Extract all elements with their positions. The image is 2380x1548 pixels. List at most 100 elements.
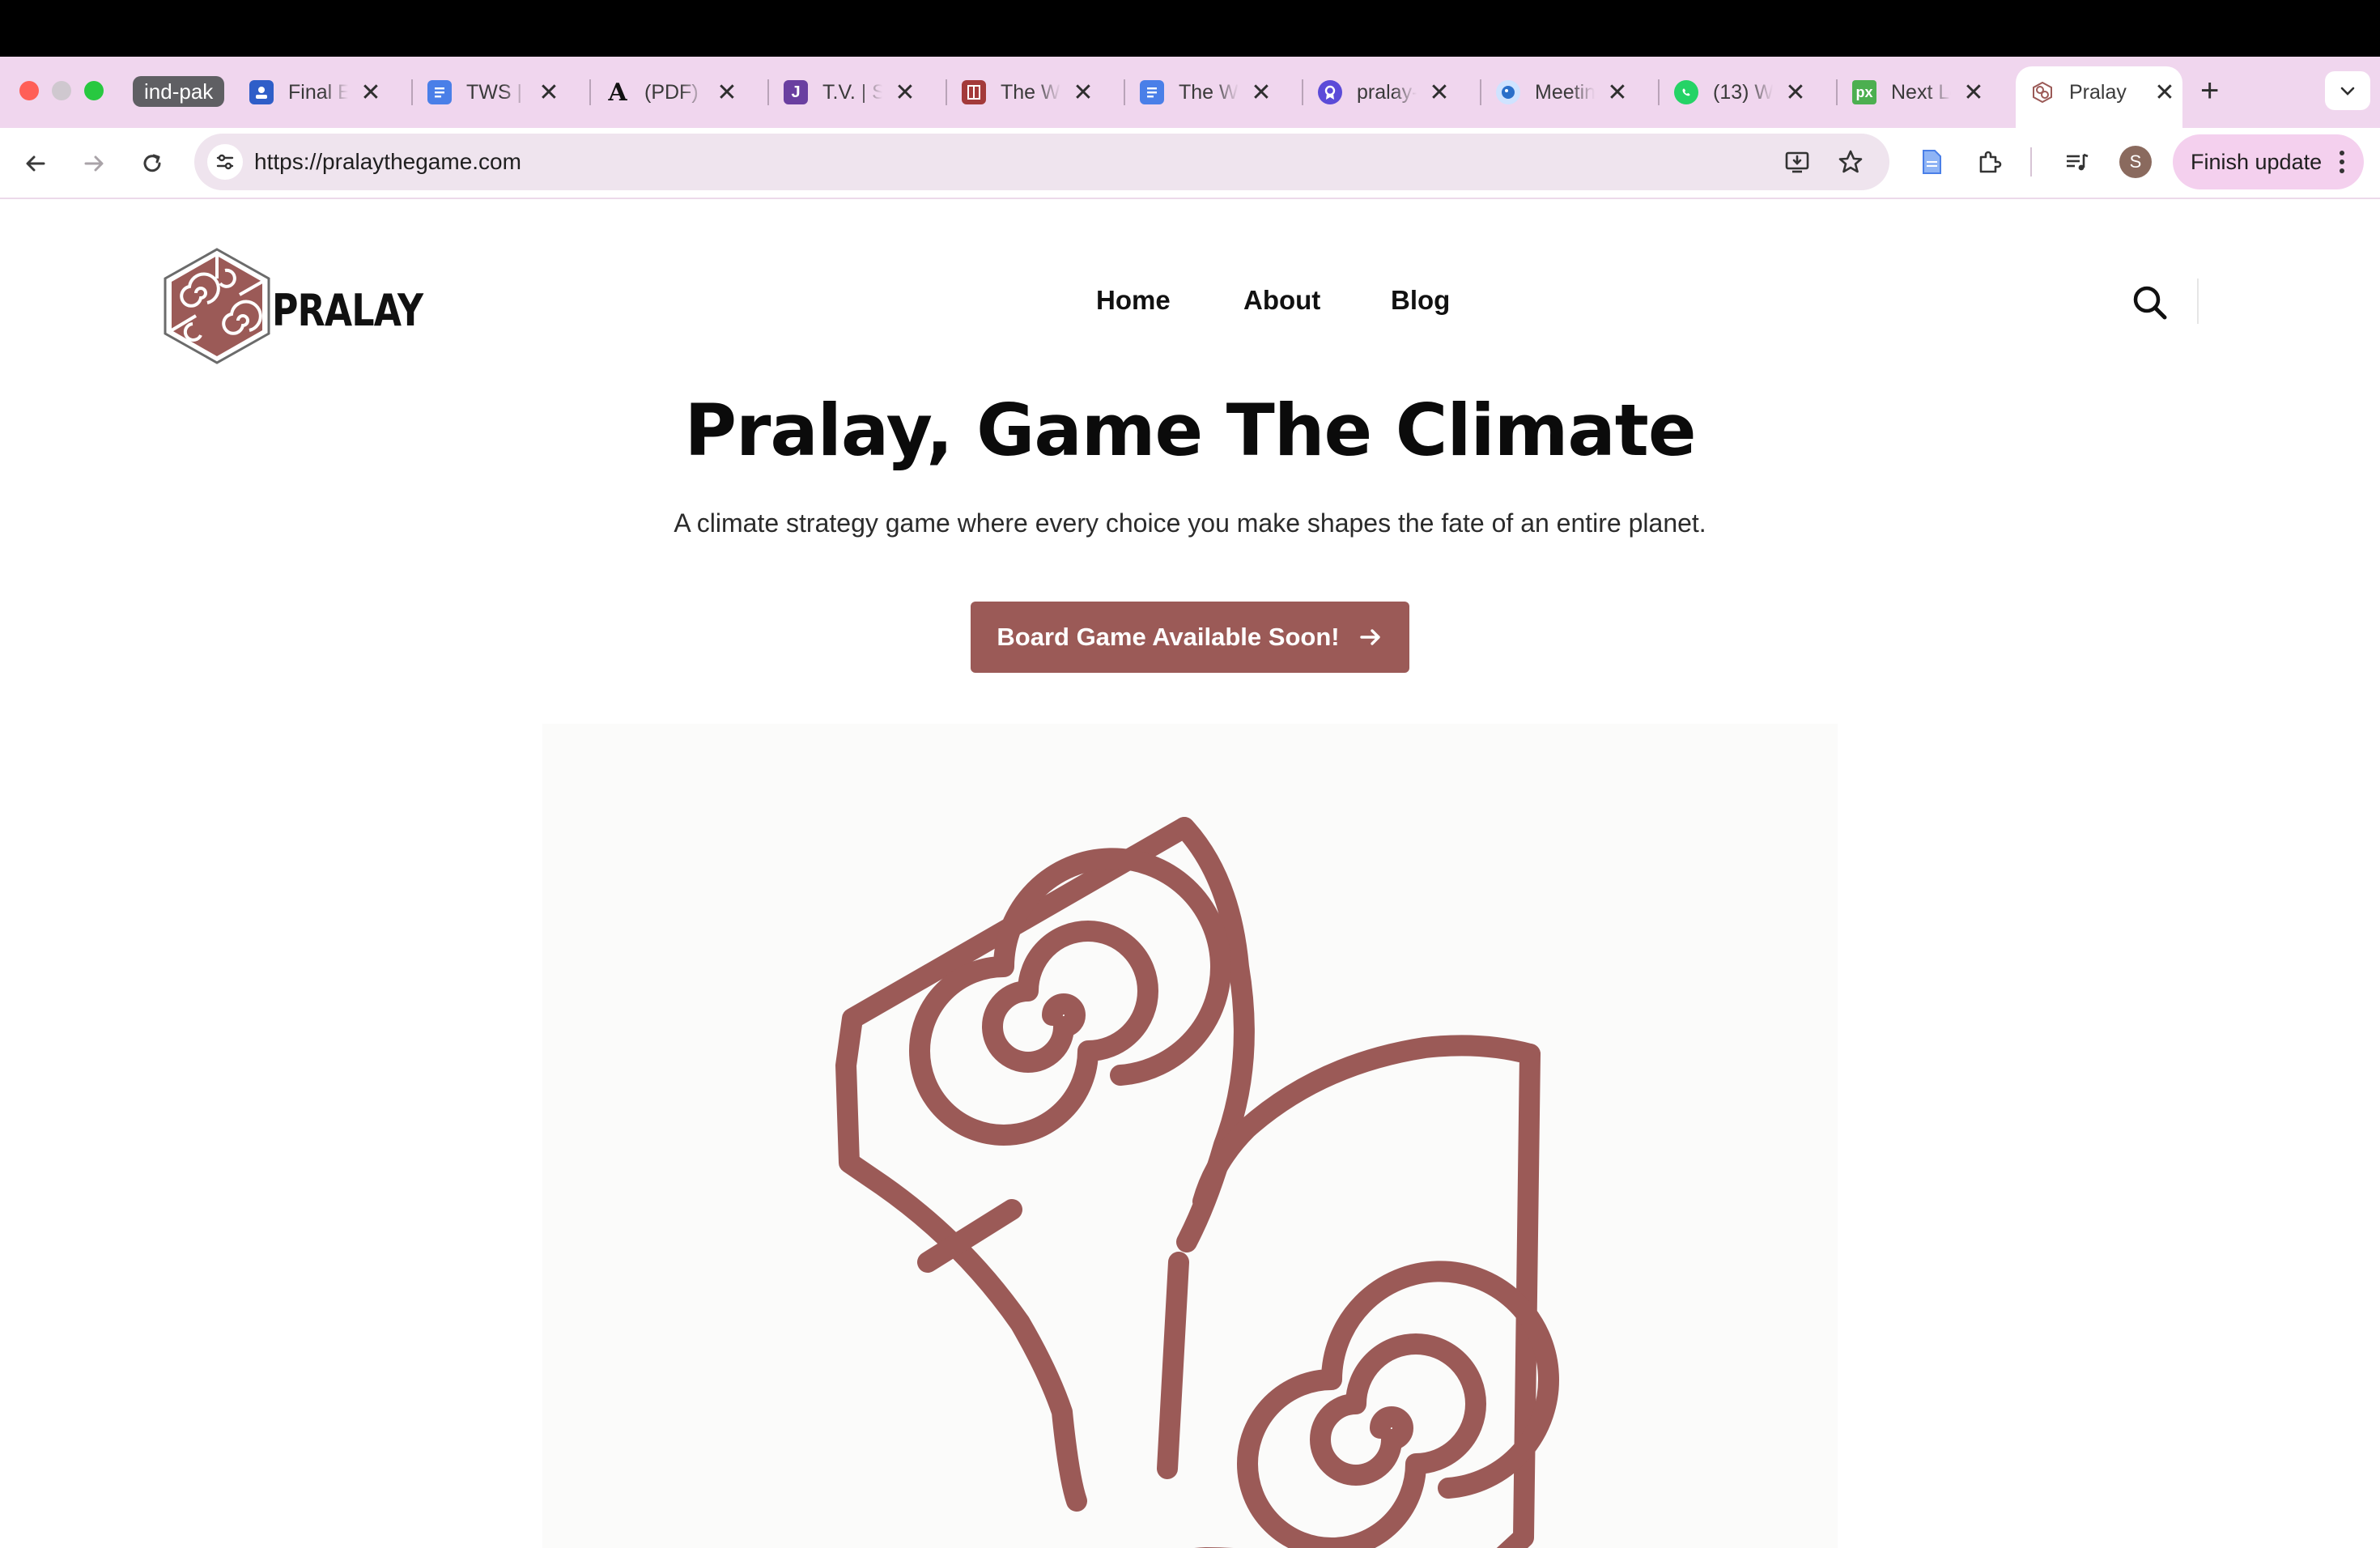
url-text[interactable]: https://pralaythegame.com [254, 147, 521, 177]
award-icon [1318, 80, 1342, 104]
more-vert-icon [2340, 151, 2344, 173]
close-icon[interactable]: ✕ [894, 79, 916, 107]
docs-icon [1140, 80, 1164, 104]
board-game-cta-button[interactable]: Board Game Available Soon! [971, 602, 1409, 673]
forward-button[interactable] [73, 142, 115, 185]
tab-title: The Week [1001, 80, 1060, 104]
close-icon[interactable]: ✕ [1784, 79, 1807, 107]
browser-tab[interactable]: (13) WhatsApp ✕ [1674, 66, 1807, 118]
hero-title: Pralay, Game The Climate [684, 389, 1696, 472]
install-app-button[interactable] [1779, 144, 1815, 180]
tab-search-button[interactable] [2325, 71, 2370, 110]
browser-tab[interactable]: Meeting ✕ [1496, 66, 1629, 118]
reload-icon [143, 154, 161, 172]
search-icon[interactable] [2127, 280, 2173, 325]
tab-divider [1836, 79, 1838, 105]
site-info-button[interactable] [207, 144, 243, 180]
install-icon [1785, 151, 1809, 173]
site-wordmark[interactable]: PRALAY [272, 285, 423, 336]
pralay-logo-icon[interactable] [160, 246, 274, 366]
pralay-spiral-emblem [835, 817, 1559, 1548]
tab-title: Final Exam [288, 80, 348, 104]
browser-tab[interactable]: TWS | Essay ✕ [427, 66, 560, 118]
profile-avatar[interactable]: S [2119, 146, 2152, 178]
tab-title: Meeting [1535, 80, 1595, 104]
close-icon[interactable]: ✕ [1962, 79, 1985, 107]
cta-label: Board Game Available Soon! [997, 623, 1340, 651]
media-controls-button[interactable] [2059, 144, 2095, 180]
minimize-window-button[interactable] [52, 81, 71, 100]
hero-logo-image [542, 724, 1838, 1548]
tab-divider [589, 79, 591, 105]
arrow-right-icon [1359, 629, 1380, 645]
pralay-favicon [2030, 80, 2055, 104]
tab-title: The Week draft [1179, 80, 1239, 104]
browser-tab[interactable]: The Week ✕ [962, 66, 1094, 118]
star-icon [1838, 150, 1863, 173]
browser-tab[interactable]: J T.V. | Stories ✕ [784, 66, 916, 118]
book-icon [962, 80, 986, 104]
tab-title: Pralay [2069, 80, 2127, 104]
tab-divider [1480, 79, 1481, 105]
close-icon[interactable]: ✕ [2153, 79, 2176, 107]
tab-divider [1124, 79, 1125, 105]
bookmark-button[interactable] [1833, 144, 1868, 180]
header-divider [2197, 279, 2199, 324]
tab-divider [1658, 79, 1660, 105]
chevron-down-icon [2340, 87, 2355, 96]
browser-tab[interactable]: Final Exam ✕ [249, 66, 382, 118]
browser-tab[interactable]: The Week draft ✕ [1140, 66, 1273, 118]
close-icon[interactable]: ✕ [1250, 79, 1273, 107]
nav-link-home[interactable]: Home [1096, 285, 1171, 316]
finish-update-button[interactable]: Finish update [2173, 134, 2364, 189]
tab-title: Next Level [1891, 80, 1951, 104]
j-icon: J [784, 80, 808, 104]
browser-tab-active[interactable]: Pralay ✕ [2016, 66, 2182, 128]
tab-divider [1302, 79, 1303, 105]
maximize-window-button[interactable] [84, 81, 104, 100]
reload-button[interactable] [131, 142, 173, 185]
finish-update-label: Finish update [2191, 149, 2323, 174]
new-tab-button[interactable]: + [2200, 71, 2219, 110]
tab-title: (13) WhatsApp [1713, 80, 1773, 104]
close-icon[interactable]: ✕ [1428, 79, 1451, 107]
browser-tab[interactable]: px Next Level ✕ [1852, 66, 1985, 118]
arrow-right-icon [84, 155, 104, 172]
extensions-button[interactable] [1972, 144, 2008, 180]
back-button[interactable] [15, 142, 57, 185]
toolbar-divider [2030, 147, 2032, 176]
docs-icon [427, 80, 452, 104]
close-icon[interactable]: ✕ [1072, 79, 1094, 107]
tab-title: (PDF) Climate [644, 80, 704, 104]
close-icon[interactable]: ✕ [359, 79, 382, 107]
meet-icon [1496, 80, 1520, 104]
nav-link-about[interactable]: About [1243, 285, 1320, 316]
tab-title: TWS | Essay [466, 80, 526, 104]
academia-icon: A [608, 78, 627, 107]
browser-tab[interactable]: pralay-game ✕ [1318, 66, 1451, 118]
hero-subtitle: A climate strategy game where every choi… [674, 508, 1706, 538]
queue-music-icon [2067, 153, 2089, 171]
close-icon[interactable]: ✕ [1606, 79, 1629, 107]
os-menu-bar [0, 0, 2380, 57]
puzzle-icon [1979, 151, 2002, 173]
tab-divider [946, 79, 947, 105]
arrow-left-icon [26, 155, 45, 172]
px-icon: px [1852, 80, 1876, 104]
tab-title: pralay-game [1357, 80, 1417, 104]
nav-link-blog[interactable]: Blog [1391, 285, 1450, 316]
web-page: PRALAY Home About Blog Pralay, Game The … [0, 201, 2380, 1548]
close-icon[interactable]: ✕ [538, 79, 560, 107]
close-window-button[interactable] [19, 81, 39, 100]
browser-tab[interactable]: A (PDF) Climate ✕ [606, 66, 738, 118]
whatsapp-icon [1674, 80, 1698, 104]
close-icon[interactable]: ✕ [716, 79, 738, 107]
contacts-icon [249, 80, 274, 104]
tab-group-chip[interactable]: ind-pak [133, 76, 225, 107]
document-icon [1923, 150, 1941, 174]
tab-title: T.V. | Stories [822, 80, 882, 104]
tab-divider [411, 79, 413, 105]
docs-extension-button[interactable] [1914, 144, 1949, 180]
tab-divider [767, 79, 769, 105]
tune-icon [216, 154, 234, 170]
